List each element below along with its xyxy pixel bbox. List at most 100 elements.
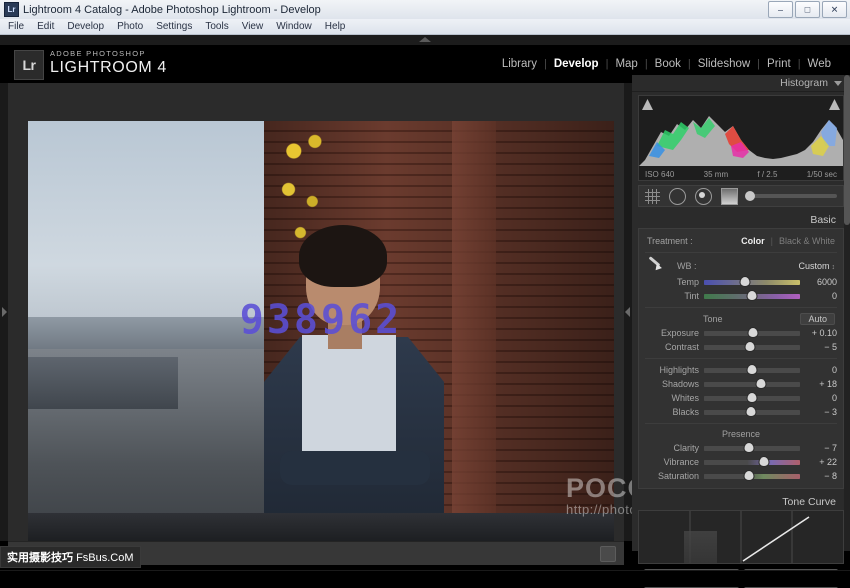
auto-tone-button[interactable]: Auto [800, 313, 835, 325]
slider-value[interactable]: − 7 [805, 443, 837, 453]
slider-value[interactable]: − 5 [805, 342, 837, 352]
slider-highlights[interactable]: Highlights0 [639, 363, 843, 377]
module-web[interactable]: Web [801, 58, 838, 70]
menu-item-edit[interactable]: Edit [37, 21, 54, 32]
divider [645, 307, 837, 308]
slider-knob[interactable] [759, 457, 768, 466]
basic-panel-header[interactable]: Basic [632, 212, 850, 228]
menu-item-tools[interactable]: Tools [205, 21, 228, 32]
slider-value[interactable]: + 0.10 [805, 328, 837, 338]
photo-arms [280, 451, 430, 485]
slider-knob[interactable] [741, 277, 750, 286]
right-panel-toggle[interactable] [624, 83, 632, 541]
shutter-speed-value: 1/50 sec [807, 170, 837, 179]
module-print[interactable]: Print [760, 58, 798, 70]
slider-temp[interactable]: Temp 6000 [639, 275, 843, 289]
toolbar-options-button[interactable] [600, 546, 616, 562]
slider-value[interactable]: + 18 [805, 379, 837, 389]
top-panel-toggle[interactable] [0, 35, 850, 45]
treatment-color-option[interactable]: Color [741, 236, 765, 246]
focal-length-value: 35 mm [704, 170, 728, 179]
eyedropper-icon[interactable] [647, 259, 663, 273]
slider-value[interactable]: − 3 [805, 407, 837, 417]
histogram[interactable]: ISO 640 35 mm f / 2.5 1/50 sec [638, 95, 844, 181]
slider-track[interactable] [704, 396, 800, 401]
slider-track[interactable] [704, 446, 800, 451]
slider-track[interactable] [704, 368, 800, 373]
slider-knob[interactable] [748, 291, 757, 300]
slider-tint[interactable]: Tint0 [639, 289, 843, 303]
image-canvas[interactable]: 938962 [8, 83, 624, 541]
histogram-header[interactable]: Histogram [632, 75, 850, 92]
slider-track[interactable] [704, 345, 800, 350]
slider-contrast[interactable]: Contrast− 5 [639, 340, 843, 354]
slider-knob[interactable] [748, 393, 757, 402]
slider-saturation[interactable]: Saturation− 8 [639, 469, 843, 483]
right-panel: Histogram ISO 640 35 mm [632, 75, 850, 551]
left-panel-toggle[interactable] [0, 83, 8, 541]
slider-track[interactable] [704, 331, 800, 336]
slider-clarity[interactable]: Clarity− 7 [639, 441, 843, 455]
crop-overlay-tool-icon[interactable] [645, 189, 660, 204]
red-eye-tool-icon[interactable] [695, 188, 712, 205]
slider-track[interactable] [704, 474, 800, 479]
close-button[interactable]: ✕ [822, 1, 847, 18]
slider-shadows[interactable]: Shadows+ 18 [639, 377, 843, 391]
slider-value[interactable]: 0 [805, 291, 837, 301]
slider-knob[interactable] [746, 342, 755, 351]
slider-knob[interactable] [748, 365, 757, 374]
slider-value[interactable]: + 22 [805, 457, 837, 467]
maximize-icon: □ [805, 5, 810, 14]
chevron-down-icon [834, 81, 842, 86]
treatment-bw-option[interactable]: Black & White [779, 236, 835, 246]
tone-curve-header[interactable]: Tone Curve [632, 494, 850, 510]
menu-item-view[interactable]: View [242, 21, 264, 32]
menu-item-window[interactable]: Window [276, 21, 312, 32]
slider-track[interactable] [704, 460, 800, 465]
slider-exposure[interactable]: Exposure+ 0.10 [639, 326, 843, 340]
slider-track[interactable] [704, 280, 800, 285]
menu-item-develop[interactable]: Develop [67, 21, 104, 32]
minimize-button[interactable]: – [768, 1, 793, 18]
slider-knob[interactable] [756, 379, 765, 388]
maximize-button[interactable]: □ [795, 1, 820, 18]
app-icon: Lr [4, 2, 19, 17]
menu-item-photo[interactable]: Photo [117, 21, 143, 32]
slider-whites[interactable]: Whites0 [639, 391, 843, 405]
slider-track[interactable] [704, 294, 800, 299]
slider-value[interactable]: 0 [805, 393, 837, 403]
wb-value[interactable]: Custom↕ [798, 261, 835, 271]
slider-track[interactable] [704, 410, 800, 415]
module-book[interactable]: Book [648, 58, 688, 70]
menu-item-file[interactable]: File [8, 21, 24, 32]
slider-value[interactable]: 6000 [805, 277, 837, 287]
slider-knob[interactable] [748, 328, 757, 337]
right-panel-scrollbar[interactable] [844, 75, 850, 551]
slider-fill [704, 382, 800, 387]
module-map[interactable]: Map [608, 58, 644, 70]
tone-sliders: Exposure+ 0.10Contrast− 5 [639, 326, 843, 354]
module-develop[interactable]: Develop [547, 58, 606, 70]
menu-item-settings[interactable]: Settings [156, 21, 192, 32]
slider-label: Temp [645, 277, 699, 287]
divider [645, 358, 837, 359]
slider-value[interactable]: 0 [805, 365, 837, 375]
tone-curve-graph[interactable] [638, 510, 844, 564]
spot-removal-tool-icon[interactable] [669, 188, 686, 205]
slider-knob[interactable] [747, 407, 756, 416]
adjustment-brush-slider[interactable] [749, 194, 837, 198]
slider-value[interactable]: − 8 [805, 471, 837, 481]
slider-blacks[interactable]: Blacks− 3 [639, 405, 843, 419]
slider-knob[interactable] [745, 443, 754, 452]
presence-label: Presence [639, 428, 843, 441]
lightroom-app: Lr ADOBE PHOTOSHOP LIGHTROOM 4 Library|D… [0, 35, 850, 551]
chevron-left-icon [625, 307, 630, 317]
module-slideshow[interactable]: Slideshow [691, 58, 757, 70]
scrollbar-thumb[interactable] [844, 75, 850, 225]
module-library[interactable]: Library [495, 58, 544, 70]
slider-knob[interactable] [745, 471, 754, 480]
slider-track[interactable] [704, 382, 800, 387]
menu-item-help[interactable]: Help [325, 21, 346, 32]
graduated-filter-tool-icon[interactable] [721, 188, 738, 205]
slider-vibrance[interactable]: Vibrance+ 22 [639, 455, 843, 469]
